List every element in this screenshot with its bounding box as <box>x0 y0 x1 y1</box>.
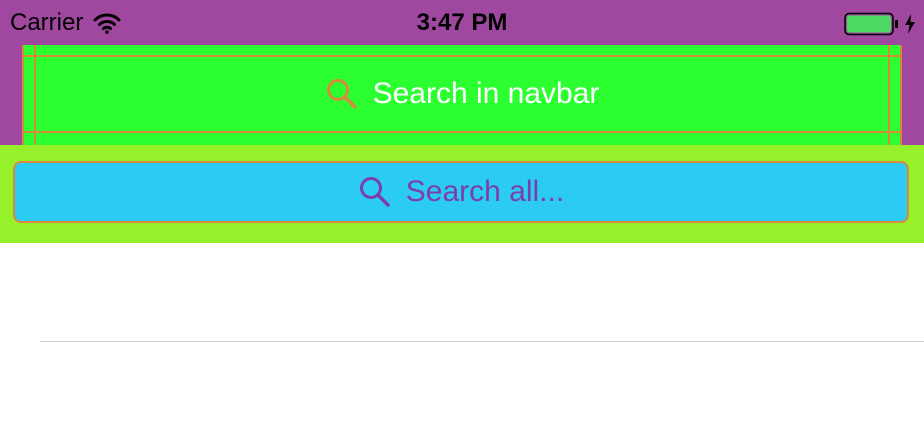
search-bar-container: Search all... <box>0 145 924 243</box>
navbar-search-field[interactable]: Search in navbar <box>22 45 902 145</box>
navbar-search-placeholder: Search in navbar <box>372 77 600 110</box>
search-all-input[interactable]: Search all... <box>13 161 909 223</box>
table-view <box>0 243 924 434</box>
battery-group <box>844 12 916 36</box>
charging-bolt-icon <box>905 14 915 34</box>
search-icon <box>359 177 390 207</box>
layout-guide-top <box>24 55 900 57</box>
navbar-search-content: Search in navbar <box>24 73 900 115</box>
search-all-placeholder: Search all... <box>405 175 565 208</box>
status-time: 3:47 PM <box>416 9 508 36</box>
battery-icon <box>844 12 898 36</box>
status-bar: Carrier 3:47 PM <box>0 0 924 45</box>
layout-guide-bottom <box>24 131 900 133</box>
search-icon <box>326 79 357 109</box>
row-separator <box>40 341 924 342</box>
